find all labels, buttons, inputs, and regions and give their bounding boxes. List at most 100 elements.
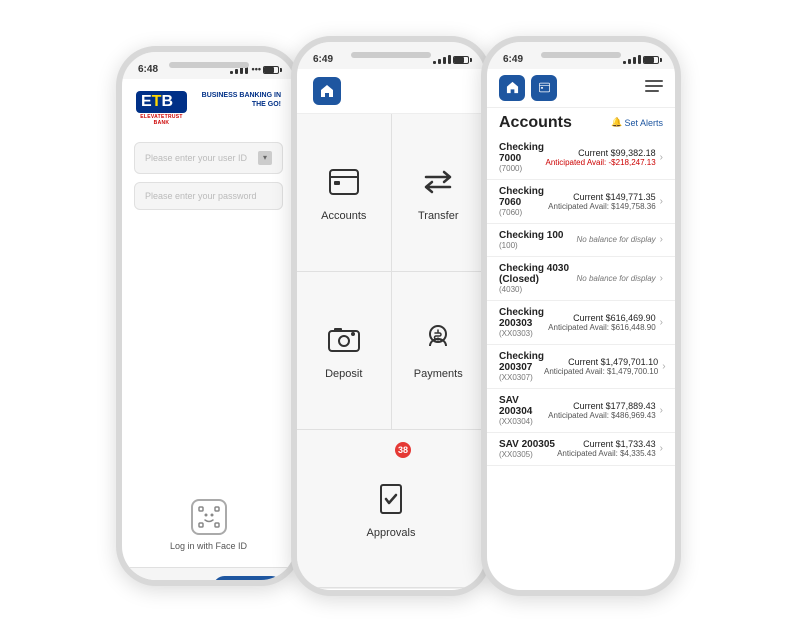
status-bar-3: 6:49 [487, 42, 675, 69]
account-row-1[interactable]: Checking 7060 (7060) Current $149,771.35… [487, 180, 675, 224]
accounts-home-icon[interactable] [499, 75, 525, 101]
logo-e: E [141, 94, 152, 110]
phone-accounts: 6:49 [481, 36, 681, 596]
acct-current-6: Current $177,889.43 [548, 401, 656, 411]
acct-num-6: (XX0304) [499, 417, 548, 426]
account-row-0[interactable]: Checking 7000 (7000) Current $99,382.18 … [487, 136, 675, 180]
acct-avail-5: Anticipated Avail: $1,479,700.10 [544, 367, 658, 376]
elevate-text: ELEVATETRUST BANK [136, 114, 187, 126]
login-button[interactable]: Log In [213, 576, 283, 586]
battery-icon-1 [263, 66, 279, 74]
battery-icon-3 [643, 56, 659, 64]
acct-current-0: Current $99,382.18 [546, 148, 656, 158]
password-field[interactable]: Please enter your password [134, 182, 283, 210]
account-row-6[interactable]: SAV 200304 (XX0304) Current $177,889.43 … [487, 389, 675, 433]
accounts-label: Accounts [321, 210, 366, 222]
acct-avail-1: Anticipated Avail: $149,758.36 [548, 202, 656, 211]
time-3: 6:49 [503, 54, 523, 65]
acct-current-7: Current $1,733.43 [557, 439, 656, 449]
user-id-placeholder: Please enter your user ID [145, 153, 247, 163]
accounts-nav [487, 69, 675, 108]
deposit-icon [324, 320, 364, 360]
menu-screen: Accounts Transfer [297, 69, 485, 596]
payments-icon [418, 320, 458, 360]
acct-avail-0: Anticipated Avail: -$218,247.13 [546, 158, 656, 167]
menu-nav [297, 69, 485, 114]
logo-t: T [152, 94, 162, 110]
account-row-5[interactable]: Checking 200307 (XX0307) Current $1,479,… [487, 345, 675, 389]
accounts-title-bar: Accounts 🔔 Set Alerts [487, 108, 675, 136]
acct-avail-4: Anticipated Avail: $616,448.90 [548, 323, 656, 332]
acct-name-7: SAV 200305 [499, 439, 557, 450]
chevron-7: › [660, 443, 663, 454]
face-id-label: Log in with Face ID [170, 541, 247, 551]
phone-login: 6:48 ••• E T B [116, 46, 301, 586]
battery-fill-1 [264, 67, 274, 73]
fdic-label: 🔒 Member FDIC [134, 583, 197, 586]
signal-2 [433, 55, 469, 64]
app-scene: 6:48 ••• E T B [116, 36, 681, 596]
home-icon[interactable] [313, 77, 341, 105]
lock-icon: 🔒 [134, 583, 144, 586]
logo-b: B [161, 94, 173, 110]
acct-name-5: Checking 200307 [499, 351, 544, 373]
acct-num-2: (100) [499, 241, 577, 250]
menu-item-payments[interactable]: Payments [392, 272, 486, 429]
transfer-icon [418, 162, 458, 202]
approvals-badge: 38 [395, 442, 411, 458]
status-bar-2: 6:49 [297, 42, 485, 69]
accounts-list: Checking 7000 (7000) Current $99,382.18 … [487, 136, 675, 592]
acct-nobalance-3: No balance for display [577, 274, 656, 283]
time-1: 6:48 [138, 64, 158, 75]
time-2: 6:49 [313, 54, 333, 65]
acct-current-4: Current $616,469.90 [548, 313, 656, 323]
business-banking: BUSINESS BANKING IN THE GO! [187, 91, 281, 109]
acct-num-1: (7060) [499, 208, 548, 217]
logo-area: E T B ELEVATETRUST BANK BUSINESS BANKING… [122, 79, 295, 134]
chevron-1: › [660, 196, 663, 207]
menu-dots-icon[interactable] [645, 79, 663, 96]
acct-name-1: Checking 7060 [499, 186, 548, 208]
menu-item-accounts[interactable]: Accounts [297, 114, 391, 271]
acct-name-4: Checking 200303 [499, 307, 548, 329]
user-id-icon: ▾ [258, 151, 272, 165]
signal-bar-2 [235, 69, 238, 74]
battery-icon-2 [453, 56, 469, 64]
login-footer: 🔒 Member FDIC Log In [122, 567, 295, 586]
acct-nobalance-2: No balance for display [577, 235, 656, 244]
account-row-2[interactable]: Checking 100 (100) No balance for displa… [487, 224, 675, 257]
set-alerts[interactable]: 🔔 Set Alerts [611, 117, 663, 128]
accounts-footer: FLCBank [487, 592, 675, 596]
approvals-label: Approvals [367, 527, 416, 539]
acct-num-5: (XX0307) [499, 373, 544, 382]
wifi-icon: ••• [252, 64, 261, 74]
account-row-3[interactable]: Checking 4030 (Closed) (4030) No balance… [487, 257, 675, 301]
login-form: Please enter your user ID ▾ Please enter… [122, 134, 295, 343]
chevron-6: › [660, 405, 663, 416]
accounts-active-icon[interactable] [531, 75, 557, 101]
status-bar-1: 6:48 ••• [122, 52, 295, 79]
bell-icon: 🔔 [611, 117, 622, 128]
menu-item-transfer[interactable]: Transfer [392, 114, 486, 271]
face-id-icon[interactable] [191, 499, 227, 535]
user-id-field[interactable]: Please enter your user ID ▾ [134, 142, 283, 174]
approvals-icon [371, 479, 411, 519]
acct-num-7: (XX0305) [499, 450, 557, 459]
account-row-7[interactable]: SAV 200305 (XX0305) Current $1,733.43 An… [487, 433, 675, 466]
signal-bar-4 [245, 65, 248, 74]
chevron-3: › [660, 273, 663, 284]
accounts-screen: Accounts 🔔 Set Alerts Checking 7000 (700… [487, 69, 675, 596]
acct-avail-7: Anticipated Avail: $4,335.43 [557, 449, 656, 458]
menu-item-approvals[interactable]: 38 Approvals [297, 430, 485, 587]
menu-item-deposit[interactable]: Deposit [297, 272, 391, 429]
acct-name-3: Checking 4030 (Closed) [499, 263, 577, 285]
chevron-0: › [660, 152, 663, 163]
acct-current-1: Current $149,771.35 [548, 192, 656, 202]
signal-1: ••• [230, 64, 279, 74]
accounts-icon [324, 162, 364, 202]
transfer-label: Transfer [418, 210, 459, 222]
login-screen: E T B ELEVATETRUST BANK BUSINESS BANKING… [122, 79, 295, 586]
account-row-4[interactable]: Checking 200303 (XX0303) Current $616,46… [487, 301, 675, 345]
accounts-title: Accounts [499, 114, 572, 132]
password-placeholder: Please enter your password [145, 191, 257, 201]
